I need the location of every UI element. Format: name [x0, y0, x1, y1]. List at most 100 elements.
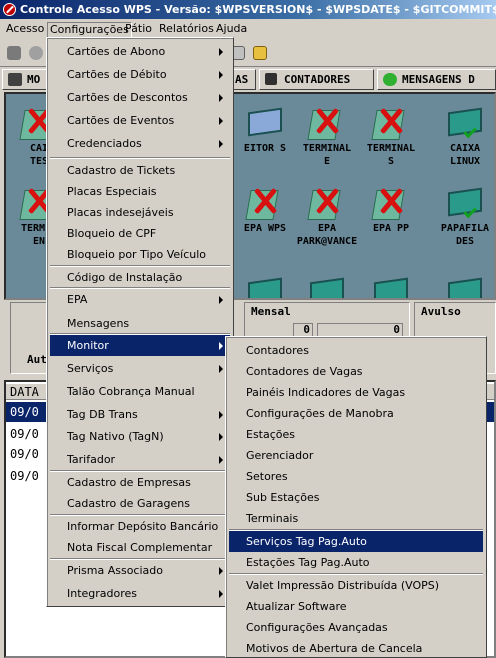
terminal-cell[interactable]: EPA WPS	[232, 184, 298, 254]
menu-item-monitor[interactable]: Painéis Indicadores de Vagas	[229, 382, 483, 403]
menu-separator	[50, 514, 230, 516]
menu-configuracoes[interactable]: Configurações	[47, 22, 132, 38]
menu-separator	[50, 558, 230, 560]
menu-item-configuracoes[interactable]: Credenciados	[50, 133, 230, 154]
menu-item-configuracoes[interactable]: Cartões de Descontos	[50, 87, 230, 108]
menu-item-configuracoes[interactable]: Placas Especiais	[50, 181, 230, 202]
menu-item-configuracoes[interactable]: Talão Cobrança Manual	[50, 381, 230, 402]
terminal-label: CAIXA LINUX	[449, 143, 481, 167]
menu-item-label: Contadores de Vagas	[246, 365, 363, 378]
menu-item-monitor[interactable]: Estações Tag Pag.Auto	[229, 552, 483, 573]
terminal-online-icon	[442, 274, 488, 298]
tab-vagas[interactable]: AS	[232, 69, 256, 90]
menu-item-configuracoes[interactable]: Tag DB Trans	[50, 404, 230, 425]
terminal-cell[interactable]: EITOR S	[232, 104, 298, 174]
menu-item-monitor[interactable]: Serviços Tag Pag.Auto	[229, 531, 483, 552]
counter-mensal-value: 0	[293, 323, 313, 337]
menu-item-monitor[interactable]: Contadores de Vagas	[229, 361, 483, 382]
terminal-cell[interactable]	[294, 274, 360, 298]
terminal-cell[interactable]	[432, 274, 494, 298]
menu-item-monitor[interactable]: Configurações Avançadas	[229, 617, 483, 638]
menu-item-label: Cartões de Débito	[67, 68, 167, 81]
toolbar-button-2[interactable]	[26, 43, 46, 63]
tab-mensagens[interactable]: MENSAGENS D	[377, 69, 496, 90]
menu-item-monitor[interactable]: Estações	[229, 424, 483, 445]
menu-item-label: EPA	[67, 293, 88, 306]
menu-item-configuracoes[interactable]: Cartões de Eventos	[50, 110, 230, 131]
menu-item-label: Mensagens	[67, 317, 130, 330]
counter-mensal-value-2: 0	[317, 323, 403, 337]
tab-monitor[interactable]: MO	[2, 69, 48, 90]
monitor-icon	[8, 73, 22, 86]
menu-item-monitor[interactable]: Contadores	[229, 340, 483, 361]
menu-item-monitor[interactable]: Motivos de Abertura de Cancela	[229, 638, 483, 658]
menu-item-monitor[interactable]: Gerenciador	[229, 445, 483, 466]
menu-item-configuracoes[interactable]: Cartões de Abono	[50, 41, 230, 62]
menu-item-configuracoes[interactable]: Nota Fiscal Complementar	[50, 537, 230, 558]
menu-ajuda[interactable]: Ajuda	[214, 22, 249, 38]
menu-item-configuracoes[interactable]: Código de Instalação	[50, 267, 230, 288]
menu-item-configuracoes[interactable]: Tarifador	[50, 449, 230, 470]
submenu-arrow-icon	[219, 342, 223, 350]
menu-item-configuracoes[interactable]: Cartões de Débito	[50, 64, 230, 85]
menu-bar: Acesso Configurações Pátio Relatórios Aj…	[0, 19, 496, 39]
terminal-cell[interactable]	[358, 274, 424, 298]
terminal-cell[interactable]: EPA PP	[358, 184, 424, 254]
menu-item-monitor[interactable]: Valet Impressão Distribuída (VOPS)	[229, 575, 483, 596]
counter-aut-label: Aut	[27, 353, 47, 366]
terminal-cell[interactable]: PAPAFILA DES	[432, 184, 494, 254]
menu-acesso[interactable]: Acesso	[4, 22, 46, 38]
menu-item-configuracoes[interactable]: Bloqueio de CPF	[50, 223, 230, 244]
menu-item-configuracoes[interactable]: Placas indesejáveis	[50, 202, 230, 223]
tab-contadores[interactable]: CONTADORES	[259, 69, 374, 90]
menu-item-configuracoes[interactable]: Tag Nativo (TagN)	[50, 426, 230, 447]
menu-item-label: Talão Cobrança Manual	[67, 385, 195, 398]
menu-item-label: Monitor	[67, 339, 109, 352]
terminal-cell[interactable]: TERMINAL E	[294, 104, 360, 174]
menu-separator	[50, 470, 230, 472]
counter-mensal-label: Mensal	[251, 305, 291, 318]
terminal-cell[interactable]: CAIXA LINUX	[432, 104, 494, 174]
menu-separator	[229, 529, 483, 531]
menu-item-label: Painéis Indicadores de Vagas	[246, 386, 406, 399]
menu-item-configuracoes[interactable]: Monitor	[50, 335, 230, 356]
submenu-arrow-icon	[219, 411, 223, 419]
menu-item-configuracoes[interactable]: Informar Depósito Bancário	[50, 516, 230, 537]
menu-item-label: Cartões de Abono	[67, 45, 166, 58]
submenu-arrow-icon	[219, 365, 223, 373]
menu-item-label: Valet Impressão Distribuída (VOPS)	[246, 579, 440, 592]
menu-item-configuracoes[interactable]: Cadastro de Empresas	[50, 472, 230, 493]
menu-separator	[50, 265, 230, 267]
menu-item-label: Terminais	[246, 512, 299, 525]
toolbar-button-1[interactable]	[4, 43, 24, 63]
menu-item-configuracoes[interactable]: EPA	[50, 289, 230, 310]
counter-icon	[265, 73, 277, 85]
menu-item-monitor[interactable]: Atualizar Software	[229, 596, 483, 617]
menu-separator	[50, 157, 230, 159]
tab-mensagens-label: MENSAGENS D	[402, 73, 475, 86]
menu-item-configuracoes[interactable]: Integradores	[50, 583, 230, 604]
toolbar-button-4[interactable]	[250, 43, 270, 63]
clipboard-icon	[253, 46, 267, 60]
tab-contadores-label: CONTADORES	[284, 73, 351, 86]
menu-item-label: Atualizar Software	[246, 600, 347, 613]
menu-item-monitor[interactable]: Sub Estações	[229, 487, 483, 508]
menu-item-monitor[interactable]: Configurações de Manobra	[229, 403, 483, 424]
menu-item-configuracoes[interactable]: Mensagens	[50, 313, 230, 334]
terminal-cell[interactable]: TERMINAL S	[358, 104, 424, 174]
submenu-arrow-icon	[219, 296, 223, 304]
menu-patio[interactable]: Pátio	[123, 22, 154, 38]
menu-item-monitor[interactable]: Setores	[229, 466, 483, 487]
menu-item-label: Credenciados	[67, 137, 142, 150]
menu-item-monitor[interactable]: Terminais	[229, 508, 483, 529]
menu-item-configuracoes[interactable]: Prisma Associado	[50, 560, 230, 581]
submenu-arrow-icon	[219, 71, 223, 79]
menu-item-configuracoes[interactable]: Cadastro de Garagens	[50, 493, 230, 514]
menu-item-configuracoes[interactable]: Bloqueio por Tipo Veículo	[50, 244, 230, 265]
terminal-cell[interactable]	[232, 274, 298, 298]
menu-item-configuracoes[interactable]: Serviços	[50, 358, 230, 379]
terminal-cell[interactable]: EPA PARK@VANCE	[294, 184, 360, 254]
menu-relatorios[interactable]: Relatórios	[157, 22, 216, 38]
terminal-online-icon	[304, 274, 350, 298]
menu-item-configuracoes[interactable]: Cadastro de Tickets	[50, 160, 230, 181]
